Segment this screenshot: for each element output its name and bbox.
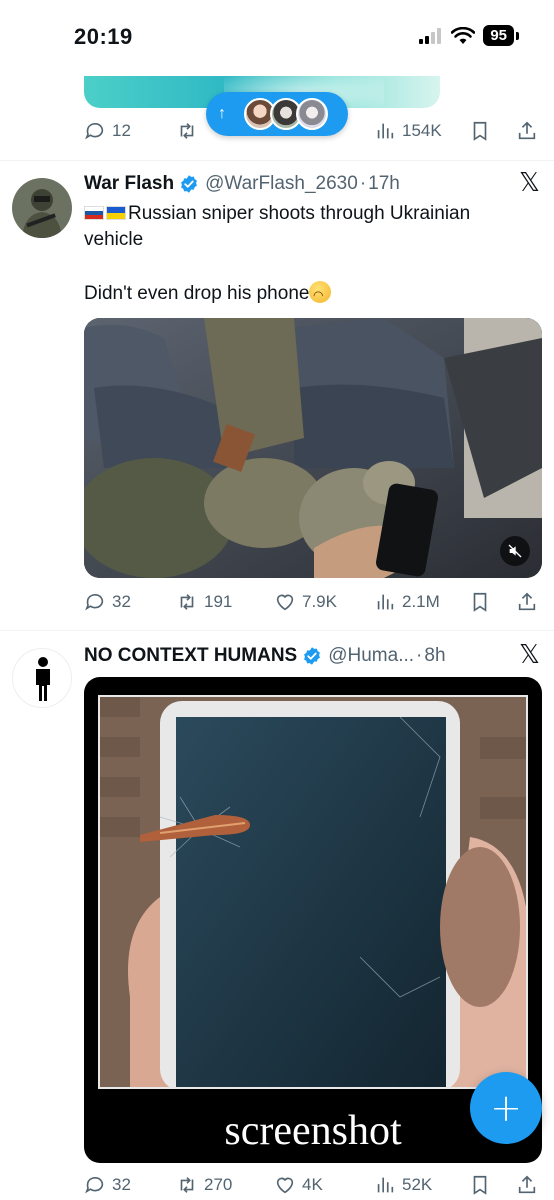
status-bar: 20:19 95 [0, 0, 554, 76]
share-icon [518, 121, 536, 140]
bookmark-button[interactable] [469, 591, 491, 613]
display-name[interactable]: NO CONTEXT HUMANS [84, 645, 297, 667]
tweet-text: Russian sniper shoots through Ukrainian … [84, 201, 524, 253]
retweet-icon [180, 594, 194, 610]
views-button[interactable]: 154K [374, 120, 442, 142]
bookmark-icon [473, 121, 487, 141]
retweet-button[interactable]: 270 [176, 1174, 232, 1196]
verified-badge-icon [181, 175, 198, 193]
human-figure-icon [36, 657, 50, 701]
like-count: 7.9K [302, 592, 337, 611]
compose-post-button[interactable]: + [470, 1072, 542, 1144]
status-time: 20:19 [74, 24, 133, 49]
reply-button[interactable]: 32 [84, 1174, 131, 1196]
battery-indicator: 95 [483, 25, 519, 46]
mute-button[interactable] [500, 536, 530, 566]
previous-tweet-actions: 12 154K [84, 118, 544, 146]
divider [0, 160, 554, 161]
like-count: 4K [302, 1175, 323, 1194]
speaker-muted-icon [508, 544, 522, 558]
like-button[interactable]: 4K [274, 1174, 323, 1196]
ukraine-flag-icon [106, 206, 126, 220]
views-count: 154K [402, 121, 442, 140]
separator-dot: · [359, 173, 367, 194]
share-button[interactable] [516, 1174, 538, 1196]
tweet-video[interactable] [84, 318, 542, 578]
russia-flag-icon [84, 206, 104, 220]
share-button[interactable] [516, 591, 538, 613]
separator-dot: · [416, 645, 423, 666]
retweet-count: 191 [204, 592, 233, 611]
divider [0, 630, 554, 631]
reply-count: 12 [112, 121, 131, 140]
avatar[interactable] [12, 648, 72, 708]
reply-icon [85, 122, 104, 140]
reply-count: 32 [112, 1175, 131, 1194]
avatar[interactable] [12, 178, 72, 238]
tweet-header: NO CONTEXT HUMANS @Huma... · 8h [84, 645, 446, 667]
status-icons: 95 [419, 25, 519, 46]
x-logo-icon[interactable]: 𝕏 [519, 168, 540, 198]
views-count: 2.1M [402, 592, 440, 611]
user-handle[interactable]: @Huma... [328, 645, 414, 667]
views-chart-icon [377, 594, 394, 610]
image-frame [98, 695, 528, 1089]
tweet-actions: 32 270 4K 52K [84, 1172, 544, 1200]
tweet-header: War Flash @WarFlash_2630 · 17h [84, 173, 400, 195]
reply-count: 32 [112, 592, 131, 611]
tweet-text-line1: Russian sniper shoots through Ukrainian … [84, 203, 471, 250]
bookmark-icon [473, 1175, 487, 1195]
upside-down-face-emoji-icon [309, 281, 332, 303]
views-chart-icon [377, 123, 394, 139]
timestamp[interactable]: 8h [424, 645, 445, 667]
bookmark-icon [473, 592, 487, 612]
x-logo-icon[interactable]: 𝕏 [519, 640, 540, 670]
wifi-icon [451, 26, 476, 44]
reply-button[interactable]: 12 [84, 120, 131, 142]
plus-icon: + [490, 1086, 522, 1130]
heart-icon [276, 1177, 294, 1194]
display-name[interactable]: War Flash [84, 173, 174, 195]
retweet-icon [180, 1177, 194, 1193]
timestamp[interactable]: 17h [368, 173, 400, 195]
like-button[interactable]: 7.9K [274, 591, 337, 613]
retweet-count: 270 [204, 1175, 233, 1194]
tweet-text-second: Didn't even drop his phone [84, 281, 524, 307]
tweet-text-line2: Didn't even drop his phone [84, 283, 310, 304]
views-chart-icon [377, 1177, 394, 1193]
retweet-button[interactable]: 191 [176, 591, 232, 613]
share-icon [518, 592, 536, 611]
views-button[interactable]: 52K [374, 1174, 432, 1196]
verified-badge-icon [304, 647, 321, 665]
reply-button[interactable]: 32 [84, 591, 131, 613]
retweet-button[interactable] [176, 120, 198, 142]
tweet-actions: 32 191 7.9K 2.1M [84, 589, 544, 617]
video-frame-image [84, 318, 542, 578]
user-handle[interactable]: @WarFlash_2630 [205, 173, 358, 195]
reply-icon [85, 593, 104, 611]
cellular-signal-icon [419, 27, 442, 44]
bookmark-button[interactable] [469, 1174, 491, 1196]
retweet-icon [180, 123, 194, 139]
views-button[interactable]: 2.1M [374, 591, 440, 613]
phone-bullet-image [100, 697, 526, 1087]
share-button[interactable] [516, 120, 538, 142]
reply-icon [85, 1176, 104, 1194]
views-count: 52K [402, 1175, 433, 1194]
share-icon [518, 1175, 536, 1194]
bookmark-button[interactable] [469, 120, 491, 142]
heart-icon [276, 594, 294, 611]
avatar-image [12, 178, 72, 238]
